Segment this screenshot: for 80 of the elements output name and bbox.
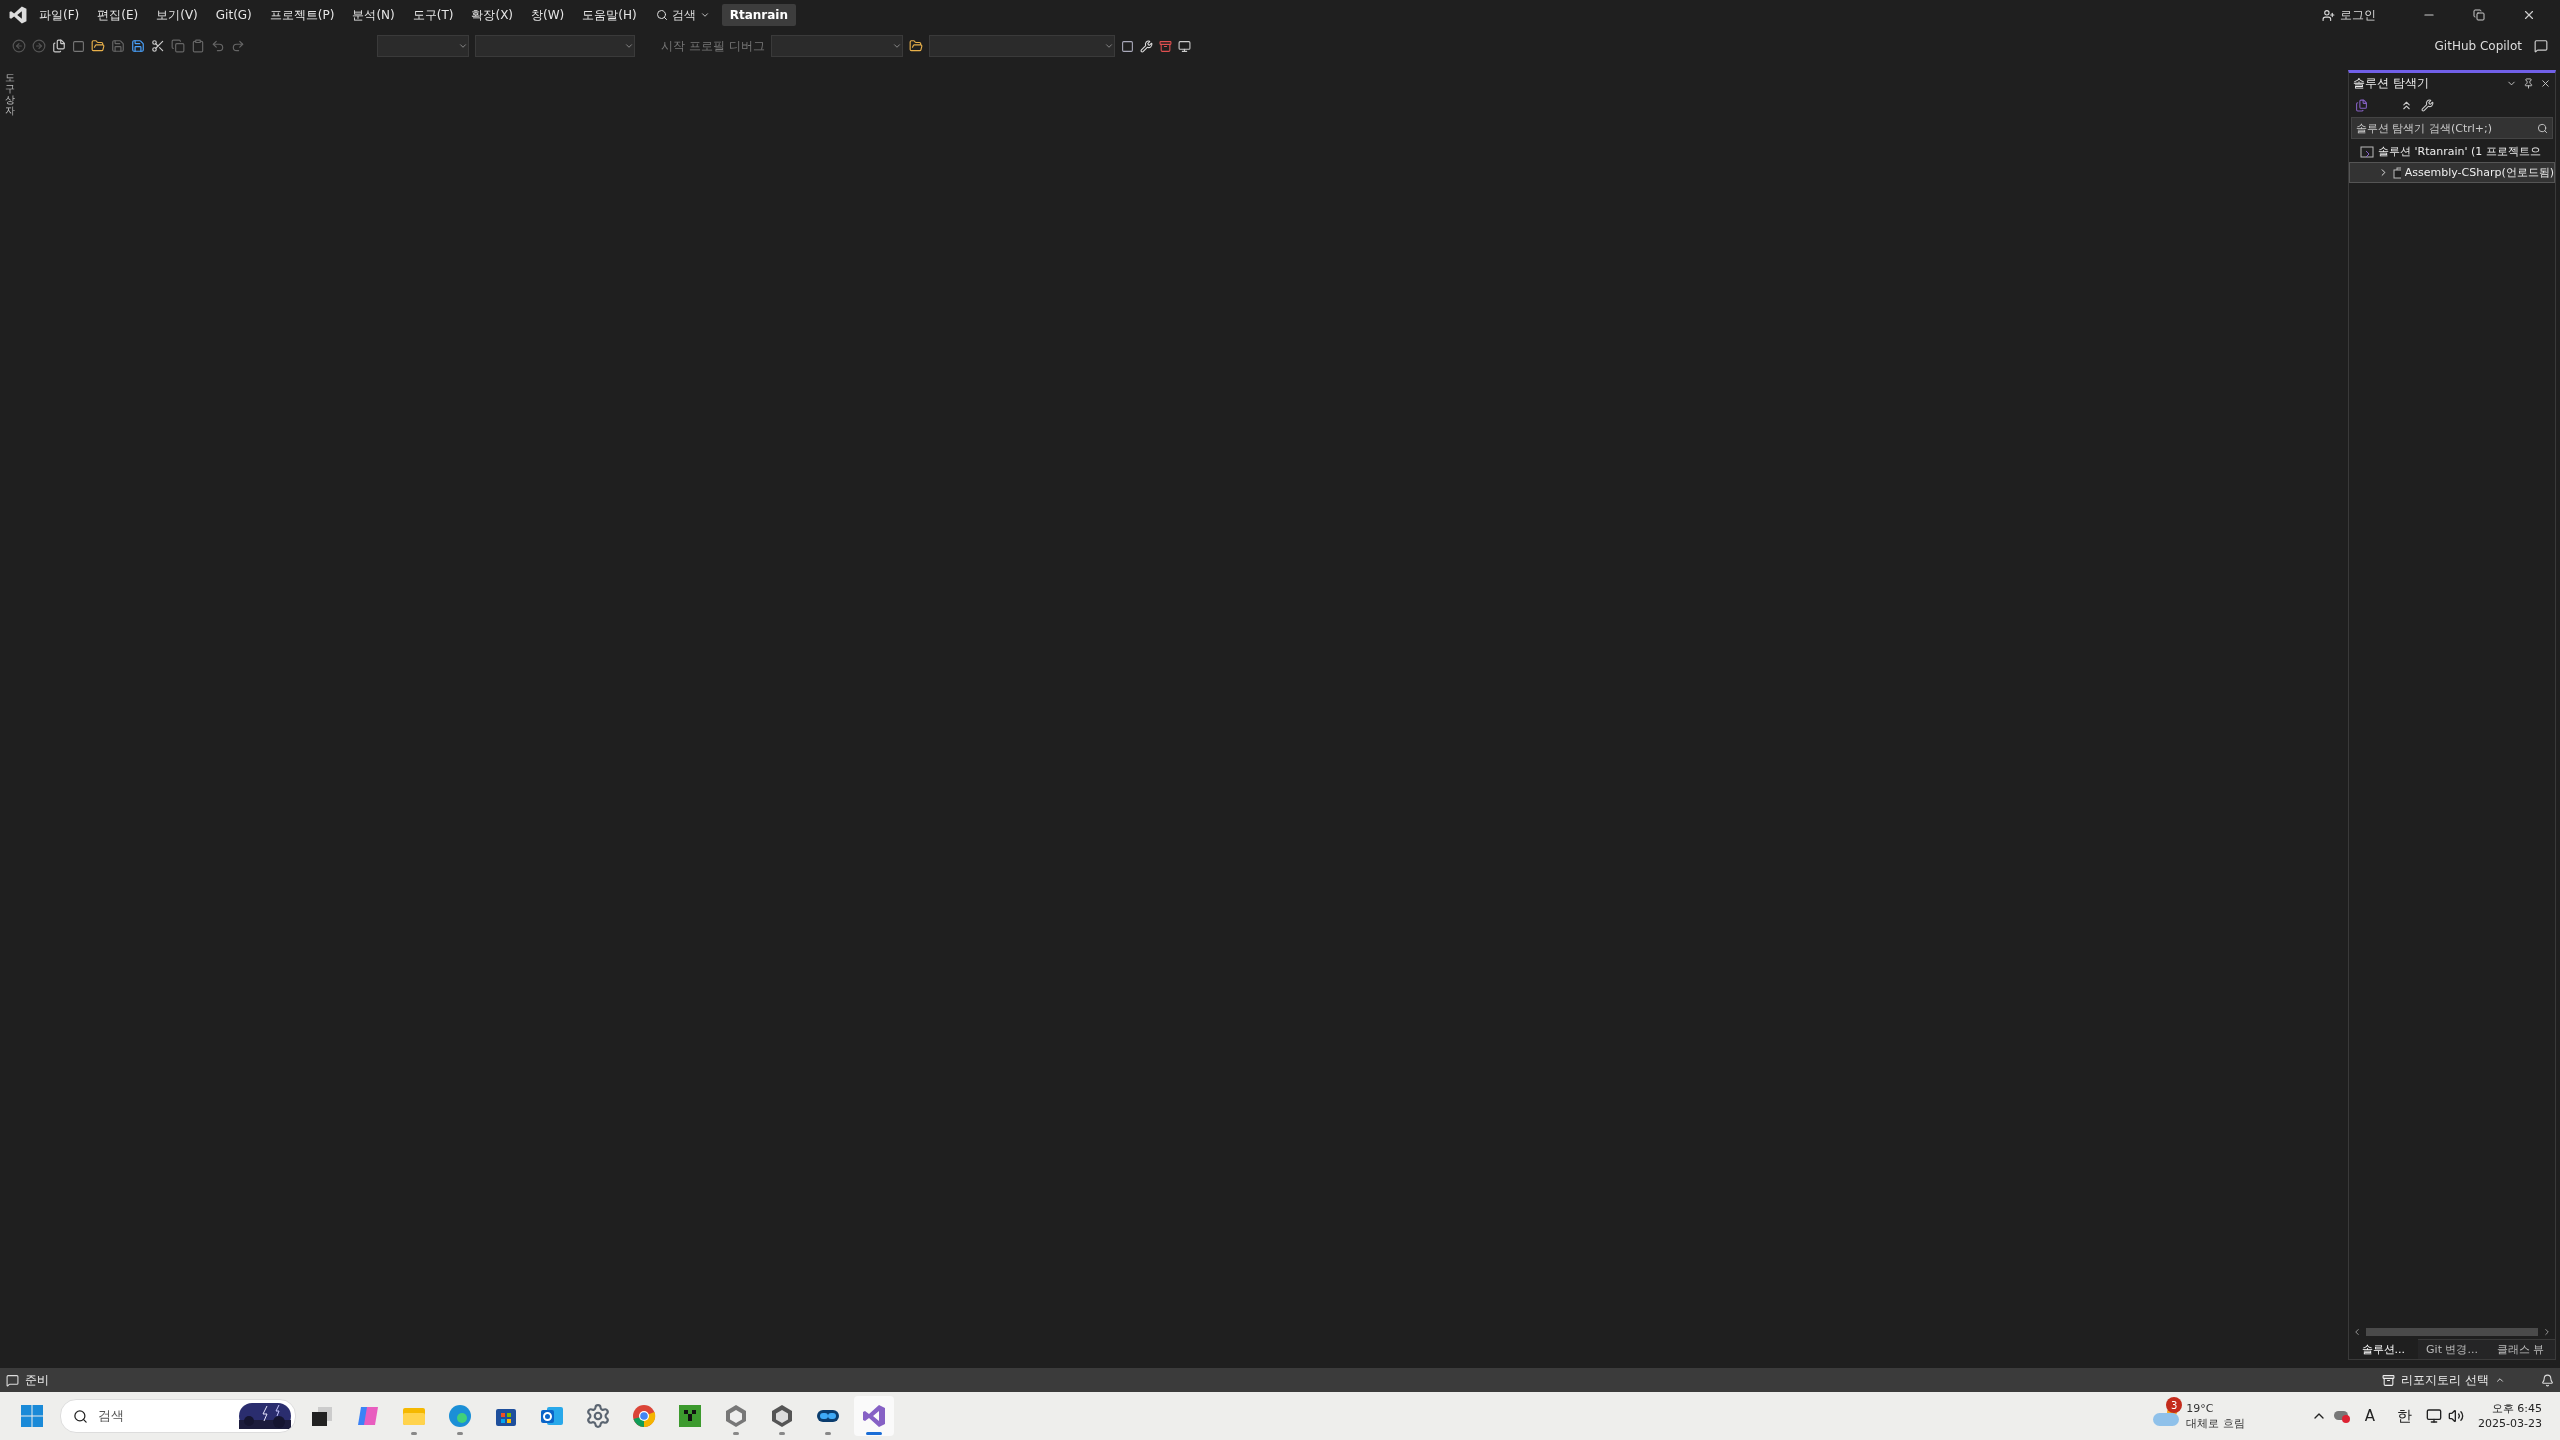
paste-icon[interactable] [191,39,205,53]
repository-icon [2382,1373,2396,1387]
bell-icon[interactable] [2541,1373,2554,1387]
start-button[interactable] [20,1404,44,1428]
menu-item[interactable]: 보기(V) [149,2,205,28]
project-icon [2393,166,2401,179]
startup-item-dropdown[interactable] [928,35,1115,57]
tree-item[interactable]: 솔루션 'Rtanrain' (1 프로젝트으 [2349,141,2555,162]
edge-icon [447,1403,473,1429]
input-method-indicator[interactable]: 한 [2389,1406,2421,1426]
copilot-button[interactable]: GitHub Copilot [2428,38,2528,54]
wrench-icon[interactable] [1139,39,1153,53]
feedback-icon[interactable] [2534,39,2548,53]
menu-item[interactable]: 프로젝트(P) [262,2,342,28]
weather-condition: 대체로 흐림 [2186,1416,2245,1431]
search-icon [73,1408,88,1424]
menu-item[interactable]: Git(G) [208,4,259,26]
project-name: Rtanrain [721,4,796,26]
clock[interactable]: 오후 6:45 2025-03-23 [2470,1401,2550,1431]
menu-item[interactable]: 편집(E) [90,2,146,28]
pin-icon[interactable] [2523,77,2534,89]
status-text: 준비 [25,1371,49,1389]
user-plus-icon [2322,8,2335,22]
visual-studio-logo [8,5,28,25]
scrollbar-thumb[interactable] [2366,1328,2538,1336]
redo-icon[interactable] [231,39,245,53]
open-folder-icon[interactable] [91,39,105,53]
chrome-icon [631,1403,657,1429]
solution-view-icon[interactable] [2355,98,2368,112]
save-icon[interactable] [111,39,125,53]
menu-item[interactable]: 파일(F) [32,2,87,28]
toolbox-tab[interactable]: 도구 상자 [5,72,15,1368]
new-project-icon[interactable] [52,39,66,53]
save-all-icon[interactable] [131,39,145,53]
caret-icon [624,41,634,51]
repository-button[interactable]: 리포지토리 선택 [2376,1370,2511,1390]
cloud-error-icon[interactable] [2332,1408,2351,1424]
font-indicator[interactable]: A [2356,1407,2384,1425]
menu-item[interactable]: 도움말(H) [575,2,644,28]
search-button[interactable]: 검색 [647,3,718,27]
temperature: 19°C [2186,1401,2215,1416]
menu-item[interactable]: 창(W) [524,2,572,28]
search-field[interactable]: 솔루션 탐색기 검색(Ctrl+;) [2351,117,2553,139]
solution-icon [2360,145,2374,158]
search-field[interactable]: 검색 [60,1399,296,1433]
notification-badge: 3 [2166,1397,2183,1413]
search-icon [2537,122,2548,134]
wrench-icon[interactable] [2421,98,2434,112]
settings-icon [585,1403,611,1429]
volume-icon[interactable] [2448,1408,2465,1424]
tree-item[interactable]: Assembly-CSharp(언로드됨) [2349,162,2555,183]
undo-icon[interactable] [211,39,225,53]
message-icon [6,1373,19,1387]
caret-icon [1103,41,1114,51]
close-icon[interactable] [2540,77,2551,89]
toolbox-icon[interactable] [1158,39,1172,53]
login-button[interactable]: 로그인 [2316,5,2382,25]
caret-icon [2495,1375,2505,1385]
network-icon[interactable] [2426,1408,2443,1424]
menu-item[interactable]: 분석(N) [345,2,402,28]
panel-title: 솔루션 탐색기 [2353,74,2430,92]
caret-icon [699,10,710,20]
monitor-icon[interactable] [1177,39,1191,53]
scroll-right-icon[interactable] [2542,1327,2552,1337]
restore-icon [2473,9,2485,21]
menu-item[interactable]: 도구(T) [405,2,461,28]
folder-icon[interactable] [908,39,923,53]
close-icon [2522,8,2536,22]
creeper-icon [677,1403,703,1429]
caret-icon [891,41,902,51]
panel-tab[interactable]: Git 변경... [2417,1339,2487,1359]
scroll-left-icon[interactable] [2352,1327,2362,1337]
panel-tab[interactable]: 클래스 뷰 [2486,1339,2555,1359]
menu-item[interactable]: 확장(X) [464,2,521,28]
caret-icon [458,41,468,51]
debug-profile-label: 시작 프로필 디버그 [661,37,765,55]
search-icon [655,9,668,21]
cut-icon[interactable] [151,39,165,53]
copy-icon[interactable] [171,39,185,53]
visual-studio-icon [861,1403,887,1429]
